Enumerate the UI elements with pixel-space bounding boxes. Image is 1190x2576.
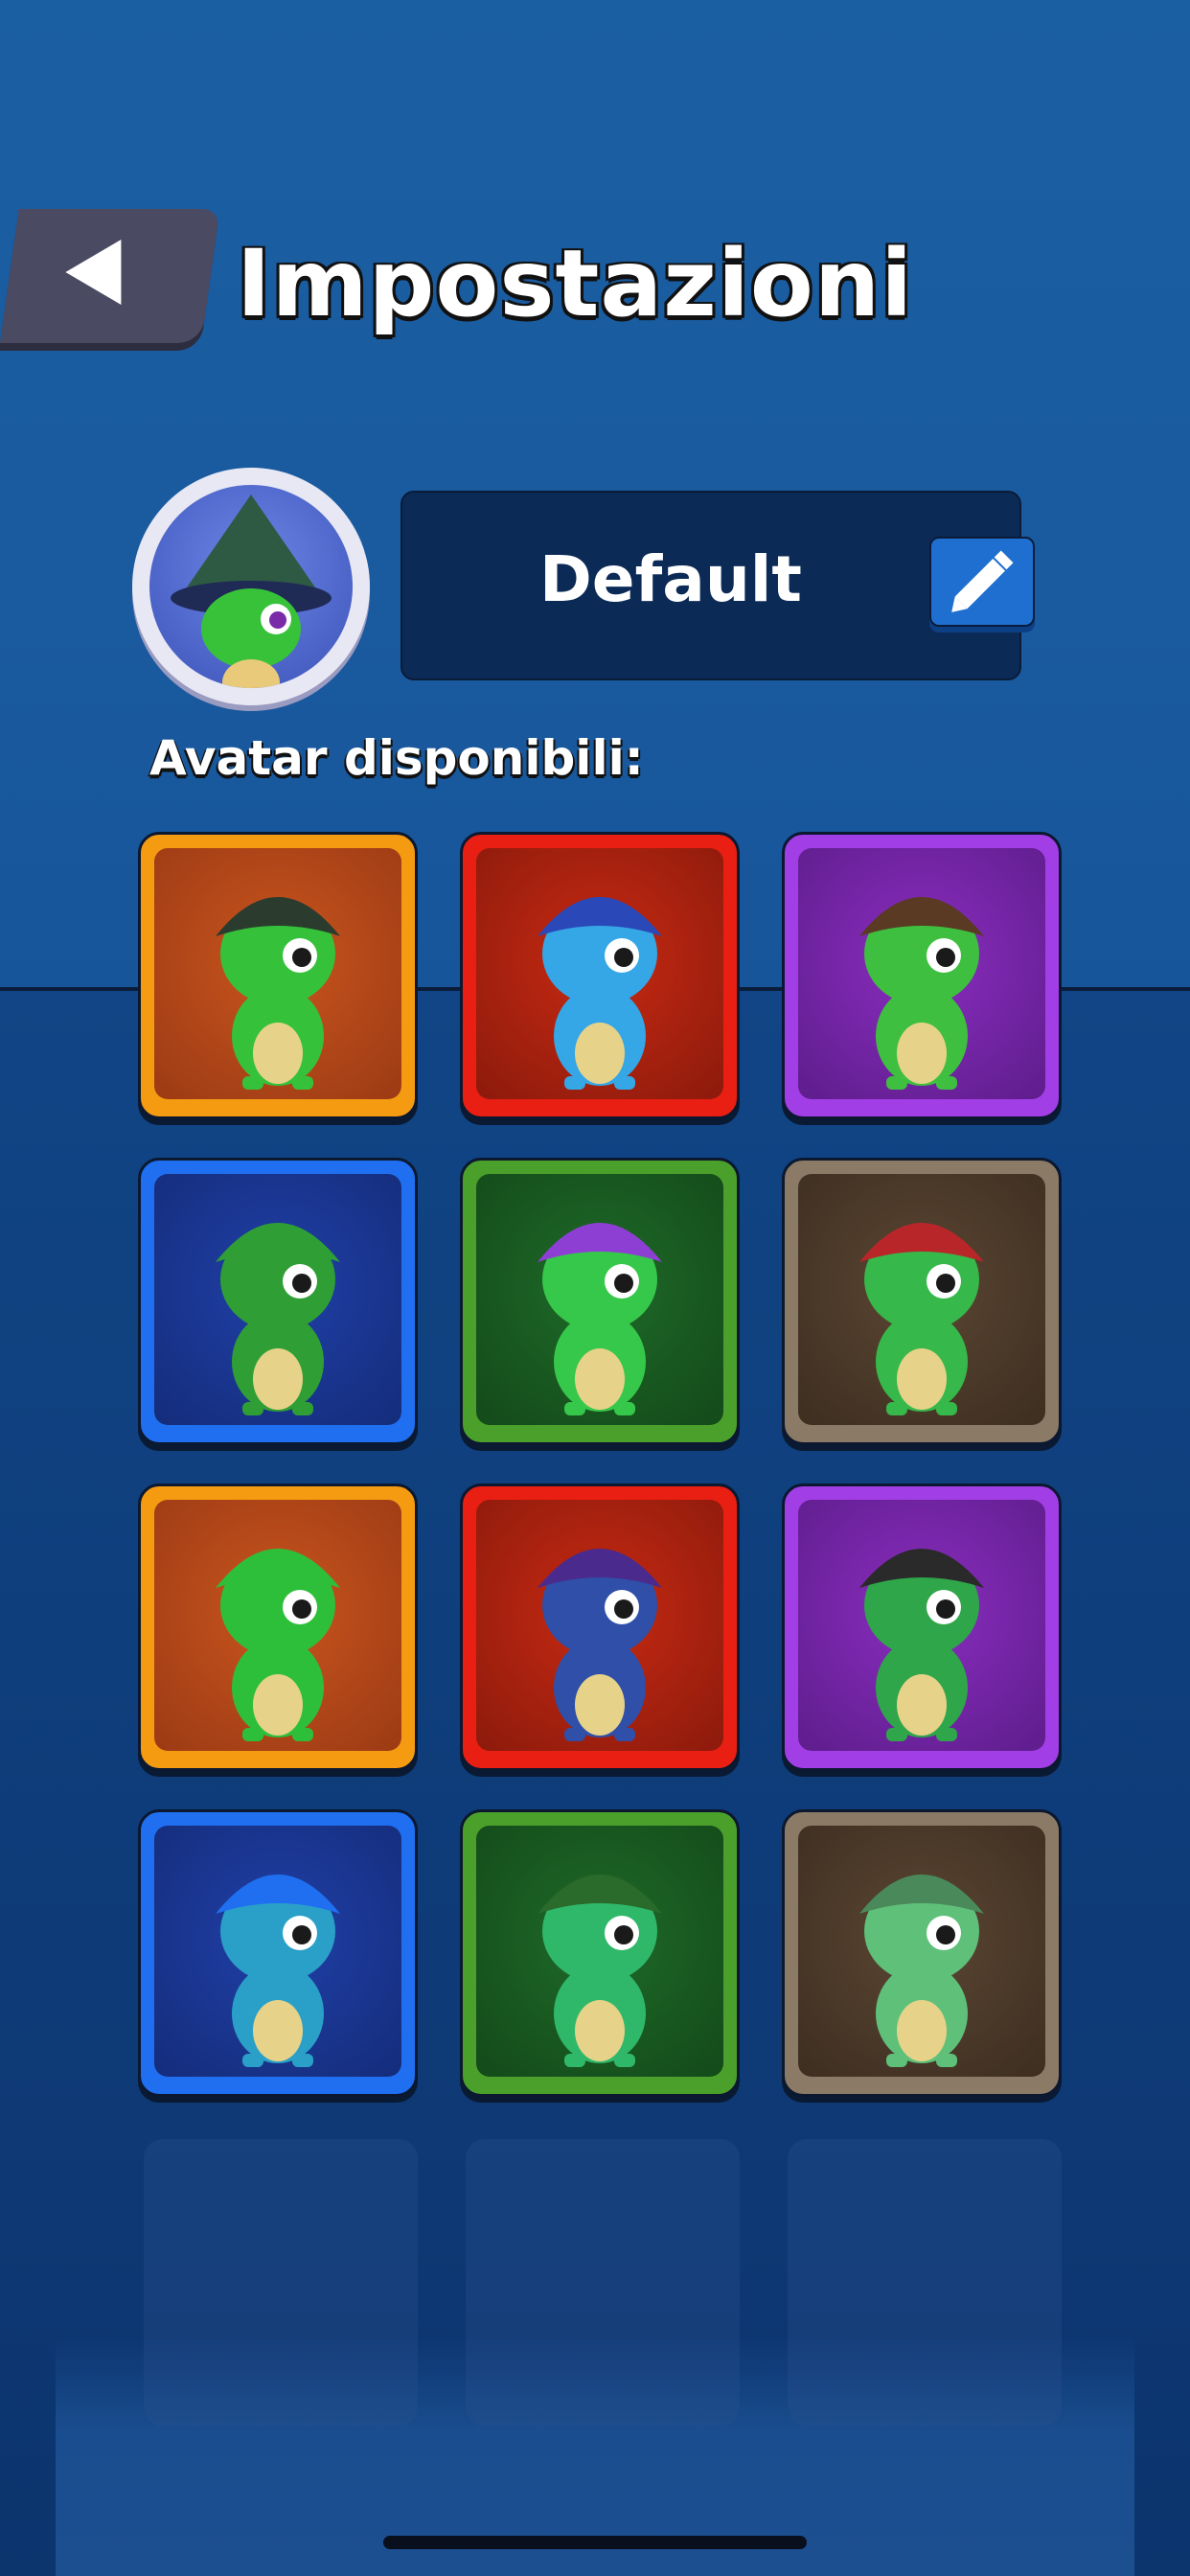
white-hood-lizard-icon <box>798 1826 1045 2077</box>
avatar-option-robot-lizard[interactable] <box>138 1809 418 2097</box>
avatar-option-red-helmet-lizard[interactable] <box>782 1158 1062 1445</box>
profile-name-box: Default <box>400 491 1035 680</box>
spiky-lizard-icon <box>154 1174 401 1425</box>
avatar-option-green-hood-lizard[interactable] <box>138 1484 418 1771</box>
profile-name: Default <box>539 542 802 616</box>
red-helmet-lizard-icon <box>798 1174 1045 1425</box>
edit-name-button[interactable] <box>929 537 1035 627</box>
avatar-option-vampire-lizard[interactable] <box>460 1809 740 2097</box>
empty-slot <box>788 2139 1062 2426</box>
blue-hooded-lizard-icon <box>476 848 723 1099</box>
purple-hair-lizard-icon <box>476 1174 723 1425</box>
empty-slot <box>144 2139 418 2426</box>
vampire-lizard-icon <box>476 1826 723 2077</box>
home-indicator <box>383 2536 807 2549</box>
avatar-option-hooded-mage-lizard[interactable] <box>138 832 418 1119</box>
avatar-option-white-hood-lizard[interactable] <box>782 1809 1062 2097</box>
avatar-option-blue-hooded-lizard[interactable] <box>460 832 740 1119</box>
avatar-option-purple-hair-lizard[interactable] <box>460 1158 740 1445</box>
hooded-mage-lizard-icon <box>154 848 401 1099</box>
avatar-option-cowboy-lizard[interactable] <box>782 832 1062 1119</box>
robot-lizard-icon <box>154 1826 401 2077</box>
avatars-section-label: Avatar disponibili: <box>149 730 644 786</box>
empty-slot <box>466 2139 740 2426</box>
page-title: Impostazioni <box>236 230 914 337</box>
cowboy-lizard-icon <box>798 848 1045 1099</box>
avatar-option-spiky-lizard[interactable] <box>138 1158 418 1445</box>
ninja-lizard-icon <box>476 1500 723 1751</box>
pencil-icon <box>951 550 1014 612</box>
avatar-option-ninja-lizard[interactable] <box>460 1484 740 1771</box>
pirate-lizard-icon <box>798 1500 1045 1751</box>
green-hood-lizard-icon <box>154 1500 401 1751</box>
avatar[interactable] <box>132 468 370 705</box>
avatar-option-pirate-lizard[interactable] <box>782 1484 1062 1771</box>
lizard-avatar-icon <box>149 485 353 688</box>
